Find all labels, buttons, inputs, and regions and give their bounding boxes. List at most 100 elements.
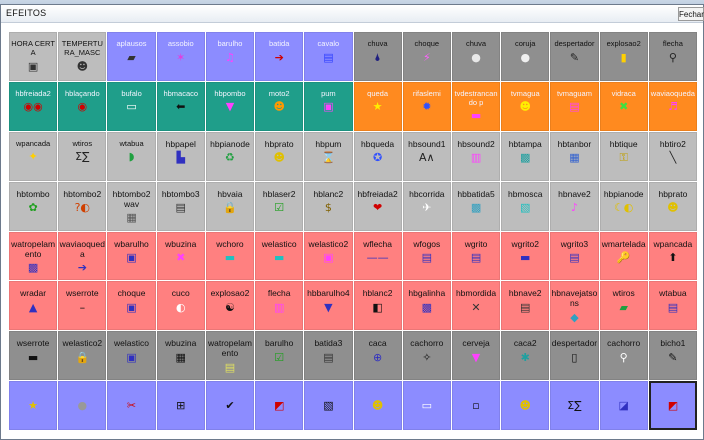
- effect-cell[interactable]: hblaçando ◉: [58, 81, 107, 131]
- effect-cell[interactable]: hbqueda ✪: [353, 131, 402, 181]
- effect-cell[interactable]: batida ➔: [255, 32, 304, 81]
- effect-cell[interactable]: hbprato ☻: [648, 181, 697, 231]
- effect-cell[interactable]: hbmordida ✕: [451, 281, 501, 331]
- effect-cell[interactable]: waviaoqueda ➔: [58, 231, 107, 281]
- effect-cell[interactable]: hbnavejatsons ◆: [550, 281, 599, 331]
- effect-cell[interactable]: wtiros Σ∑: [58, 131, 107, 181]
- effect-cell[interactable]: wtabua ◗: [107, 131, 156, 181]
- effect-cell[interactable]: hbtiro2 ╲: [648, 131, 697, 181]
- effect-cell[interactable]: ▫: [451, 381, 501, 430]
- effect-cell[interactable]: ◩: [255, 381, 304, 430]
- effect-cell[interactable]: welastico ▣: [107, 331, 156, 381]
- effect-cell[interactable]: cerveja ▼: [451, 331, 501, 381]
- effect-cell[interactable]: assobio ✶: [156, 32, 205, 81]
- effect-cell[interactable]: welastico ▬: [255, 231, 304, 281]
- effect-cell[interactable]: cachorro ⚲: [599, 331, 648, 381]
- effect-cell[interactable]: ▧: [304, 381, 353, 430]
- effect-cell[interactable]: barulho ♫: [205, 32, 255, 81]
- close-button[interactable]: Fechar: [678, 7, 704, 21]
- effect-cell[interactable]: wgrito3 ▤: [550, 231, 599, 281]
- effect-cell[interactable]: hbpum ⌛: [304, 131, 353, 181]
- effect-cell[interactable]: hbtombo3 ▤: [156, 181, 205, 231]
- effect-cell[interactable]: wfogos ▤: [402, 231, 451, 281]
- effect-cell[interactable]: barulho ☑: [255, 331, 304, 381]
- effect-cell[interactable]: hbbatida5 ▩: [451, 181, 501, 231]
- effect-cell[interactable]: despertador ✎: [550, 32, 599, 81]
- effect-cell[interactable]: ▭: [402, 381, 451, 430]
- effect-cell[interactable]: watropelamento ▤: [205, 331, 255, 381]
- effect-cell[interactable]: hbgalinha ▩: [402, 281, 451, 331]
- effect-cell[interactable]: wradar ▲: [9, 281, 58, 331]
- effect-cell[interactable]: ★: [9, 381, 58, 430]
- effect-cell[interactable]: flecha ⚲: [648, 32, 697, 81]
- effect-cell[interactable]: hbmosca ▧: [501, 181, 550, 231]
- effect-cell[interactable]: hbbarulho4 ▼: [304, 281, 353, 331]
- effect-cell[interactable]: pum ▣: [304, 81, 353, 131]
- effect-cell[interactable]: wchoro ▬: [205, 231, 255, 281]
- effect-cell[interactable]: ◪: [599, 381, 648, 430]
- effect-cell[interactable]: ☻: [353, 381, 402, 430]
- effect-cell[interactable]: TEMPERTURA_MASC ☻: [58, 32, 107, 81]
- effect-cell[interactable]: ✂: [107, 381, 156, 430]
- effect-cell[interactable]: choque ⚡: [402, 32, 451, 81]
- effect-cell[interactable]: wserrote –: [58, 281, 107, 331]
- effect-cell[interactable]: ⊞: [156, 381, 205, 430]
- effect-cell[interactable]: hbpapel ▙: [156, 131, 205, 181]
- effect-cell[interactable]: hbtanbor ▦: [550, 131, 599, 181]
- effect-cell[interactable]: cavalo ▤: [304, 32, 353, 81]
- effect-cell[interactable]: hbtique ⚿: [599, 131, 648, 181]
- effect-cell[interactable]: cachorro ✧: [402, 331, 451, 381]
- effect-cell[interactable]: hblaser2 ☑: [255, 181, 304, 231]
- effect-cell[interactable]: hbpombo ▼: [205, 81, 255, 131]
- effect-cell[interactable]: caca2 ✱: [501, 331, 550, 381]
- effect-cell[interactable]: hbpianode ♻: [205, 131, 255, 181]
- effect-cell[interactable]: hbcorrida ✈: [402, 181, 451, 231]
- effect-cell[interactable]: hblanc2 $: [304, 181, 353, 231]
- effect-cell[interactable]: bicho1 ✎: [648, 331, 697, 381]
- effect-cell[interactable]: hbtombo2 wav ▦: [107, 181, 156, 231]
- effect-cell[interactable]: wbarulho ▣: [107, 231, 156, 281]
- effect-cell[interactable]: hbtampa ▩: [501, 131, 550, 181]
- effect-cell[interactable]: wgrito2 ▬: [501, 231, 550, 281]
- effect-cell[interactable]: hbsound2 ▥: [451, 131, 501, 181]
- effect-cell[interactable]: hbnave2 ▤: [501, 281, 550, 331]
- effect-cell[interactable]: wmartelada 🔑: [599, 231, 648, 281]
- effect-cell[interactable]: wtiros ▰: [599, 281, 648, 331]
- effect-cell[interactable]: moto2 ☻: [255, 81, 304, 131]
- effect-cell[interactable]: hbtombo ✿: [9, 181, 58, 231]
- effect-cell[interactable]: ✔: [205, 381, 255, 430]
- effect-cell[interactable]: wbuzina ▦: [156, 331, 205, 381]
- effect-cell[interactable]: choque ▣: [107, 281, 156, 331]
- effect-cell[interactable]: ◩: [648, 381, 697, 430]
- effect-cell[interactable]: rifaslemi ✹: [402, 81, 451, 131]
- effect-cell[interactable]: queda ★: [353, 81, 402, 131]
- effect-cell[interactable]: chuva ●: [451, 32, 501, 81]
- effect-cell[interactable]: wpancada ✦: [9, 131, 58, 181]
- effect-cell[interactable]: hbtombo2 ?◐: [58, 181, 107, 231]
- effect-cell[interactable]: watropelamento ▩: [9, 231, 58, 281]
- effect-cell[interactable]: despertador ▯: [550, 331, 599, 381]
- effect-cell[interactable]: wserrote ▬: [9, 331, 58, 381]
- title-bar[interactable]: EFEITOS: [1, 5, 703, 23]
- effect-cell[interactable]: tvdestrancando p ▬: [451, 81, 501, 131]
- effect-cell[interactable]: wtabua ▤: [648, 281, 697, 331]
- effect-cell[interactable]: explosao2 ☯: [205, 281, 255, 331]
- effect-cell[interactable]: hbvaia 🔒: [205, 181, 255, 231]
- effect-cell[interactable]: ☻: [501, 381, 550, 430]
- effect-cell[interactable]: hbfreiada2 ❤: [353, 181, 402, 231]
- effect-cell[interactable]: explosao2 ▮: [599, 32, 648, 81]
- effect-cell[interactable]: hbfreiada2 ◉◉: [9, 81, 58, 131]
- effect-cell[interactable]: waviaoqueda ♬: [648, 81, 697, 131]
- effect-cell[interactable]: hblanc2 ◧: [353, 281, 402, 331]
- effect-cell[interactable]: hbsound1 A∧: [402, 131, 451, 181]
- effect-cell[interactable]: welastico2 ▣: [304, 231, 353, 281]
- effect-cell[interactable]: wflecha ——: [353, 231, 402, 281]
- effect-cell[interactable]: wbuzina ✖: [156, 231, 205, 281]
- effect-cell[interactable]: flecha ▥: [255, 281, 304, 331]
- effect-cell[interactable]: chuva 🌢: [353, 32, 402, 81]
- effect-cell[interactable]: Σ∑: [550, 381, 599, 430]
- effect-cell[interactable]: welastico2 🔒: [58, 331, 107, 381]
- effect-cell[interactable]: aplausos ▰: [107, 32, 156, 81]
- effect-cell[interactable]: caca ⊕: [353, 331, 402, 381]
- effect-cell[interactable]: tvmaguam ▤: [550, 81, 599, 131]
